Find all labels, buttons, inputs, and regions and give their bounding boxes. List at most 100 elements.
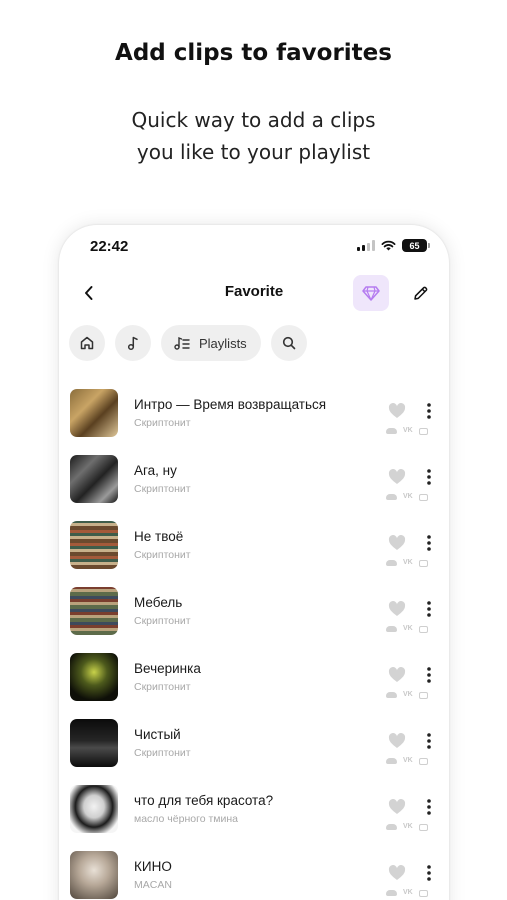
edit-button[interactable] — [406, 279, 434, 307]
wifi-icon — [381, 240, 396, 251]
heart-icon — [388, 535, 406, 550]
track-title: КИНО — [134, 859, 172, 874]
track-row[interactable]: что для тебя красота? масло чёрного тмина… — [59, 781, 449, 847]
track-artist: Скриптонит — [134, 615, 191, 627]
track-title: Интро — Время возвращаться — [134, 397, 327, 412]
track-cover — [70, 653, 118, 701]
promo-title: Add clips to favorites — [115, 40, 392, 66]
track-artist: Скриптонит — [134, 747, 191, 759]
premium-button[interactable] — [353, 275, 389, 311]
track-row[interactable]: Чистый Скриптонит VK — [59, 715, 449, 781]
filter-chips: Playlists — [69, 325, 307, 361]
vk-icon: VK — [403, 823, 413, 830]
track-title: Не твоё — [134, 529, 184, 544]
track-sources: VK — [386, 493, 428, 501]
home-chip[interactable] — [69, 325, 105, 361]
track-row[interactable]: Не твоё Скриптонит VK — [59, 517, 449, 583]
more-vertical-icon — [427, 799, 431, 815]
favorite-button[interactable] — [386, 599, 408, 619]
phone-frame: 22:42 65 Favorite Playlists Интро — Врем… — [59, 225, 449, 900]
track-cover — [70, 389, 118, 437]
track-sources: VK — [386, 427, 428, 435]
track-cover — [70, 455, 118, 503]
track-row[interactable]: Ага, ну Скриптонит VK — [59, 451, 449, 517]
more-vertical-icon — [427, 733, 431, 749]
promo-subtitle-line-1: Quick way to add a clips — [131, 108, 376, 132]
video-icon — [418, 889, 428, 897]
more-options-button[interactable] — [419, 465, 439, 489]
soundcloud-icon — [386, 494, 397, 500]
playlists-chip-label: Playlists — [199, 335, 247, 351]
heart-icon — [388, 403, 406, 418]
track-title: что для тебя красота? — [134, 793, 274, 808]
more-vertical-icon — [427, 667, 431, 683]
more-options-button[interactable] — [419, 663, 439, 687]
video-icon — [418, 559, 428, 567]
page-title: Favorite — [224, 283, 284, 300]
track-artist: Скриптонит — [134, 549, 191, 561]
heart-icon — [388, 733, 406, 748]
more-options-button[interactable] — [419, 795, 439, 819]
soundcloud-icon — [386, 758, 397, 764]
favorite-button[interactable] — [386, 401, 408, 421]
track-cover — [70, 851, 118, 899]
more-vertical-icon — [427, 403, 431, 419]
favorite-button[interactable] — [386, 797, 408, 817]
more-options-button[interactable] — [419, 531, 439, 555]
soundcloud-icon — [386, 428, 397, 434]
track-cover — [70, 785, 118, 833]
pencil-icon — [413, 286, 427, 300]
vk-icon: VK — [403, 889, 413, 896]
track-row[interactable]: КИНО MACAN VK — [59, 847, 449, 900]
video-icon — [418, 625, 428, 633]
more-vertical-icon — [427, 601, 431, 617]
track-cover — [70, 521, 118, 569]
track-row[interactable]: Мебель Скриптонит VK — [59, 583, 449, 649]
track-title: Чистый — [134, 727, 181, 742]
heart-icon — [388, 469, 406, 484]
cellular-signal-icon — [357, 240, 375, 251]
track-title: Мебель — [134, 595, 183, 610]
music-chip[interactable] — [115, 325, 151, 361]
track-sources: VK — [386, 757, 428, 765]
soundcloud-icon — [386, 692, 397, 698]
more-options-button[interactable] — [419, 399, 439, 423]
video-icon — [418, 823, 428, 831]
more-options-button[interactable] — [419, 861, 439, 885]
heart-icon — [388, 601, 406, 616]
nav-bar: Favorite — [59, 273, 449, 313]
favorite-button[interactable] — [386, 467, 408, 487]
track-sources: VK — [386, 625, 428, 633]
soundcloud-icon — [386, 626, 397, 632]
favorite-button[interactable] — [386, 533, 408, 553]
battery-icon: 65 — [402, 239, 430, 252]
track-sources: VK — [386, 559, 428, 567]
diamond-icon — [362, 285, 380, 301]
vk-icon: VK — [403, 691, 413, 698]
more-options-button[interactable] — [419, 597, 439, 621]
promo-subtitle: Quick way to add a clips you like to you… — [0, 104, 507, 168]
search-icon — [282, 336, 295, 350]
video-icon — [418, 427, 428, 435]
vk-icon: VK — [403, 757, 413, 764]
heart-icon — [388, 667, 406, 682]
track-row[interactable]: Интро — Время возвращаться Скриптонит VK — [59, 385, 449, 451]
favorite-button[interactable] — [386, 665, 408, 685]
track-title: Вечеринка — [134, 661, 201, 676]
favorite-button[interactable] — [386, 863, 408, 883]
heart-icon — [388, 799, 406, 814]
video-icon — [418, 757, 428, 765]
track-artist: Скриптонит — [134, 483, 191, 495]
playlist-icon — [174, 336, 190, 350]
more-options-button[interactable] — [419, 729, 439, 753]
playlists-chip[interactable]: Playlists — [161, 325, 261, 361]
vk-icon: VK — [403, 493, 413, 500]
vk-icon: VK — [403, 427, 413, 434]
vk-icon: VK — [403, 625, 413, 632]
track-row[interactable]: Вечеринка Скриптонит VK — [59, 649, 449, 715]
home-icon — [80, 336, 94, 350]
search-chip[interactable] — [270, 325, 307, 361]
track-cover — [70, 719, 118, 767]
track-artist: Скриптонит — [134, 681, 191, 693]
favorite-button[interactable] — [386, 731, 408, 751]
